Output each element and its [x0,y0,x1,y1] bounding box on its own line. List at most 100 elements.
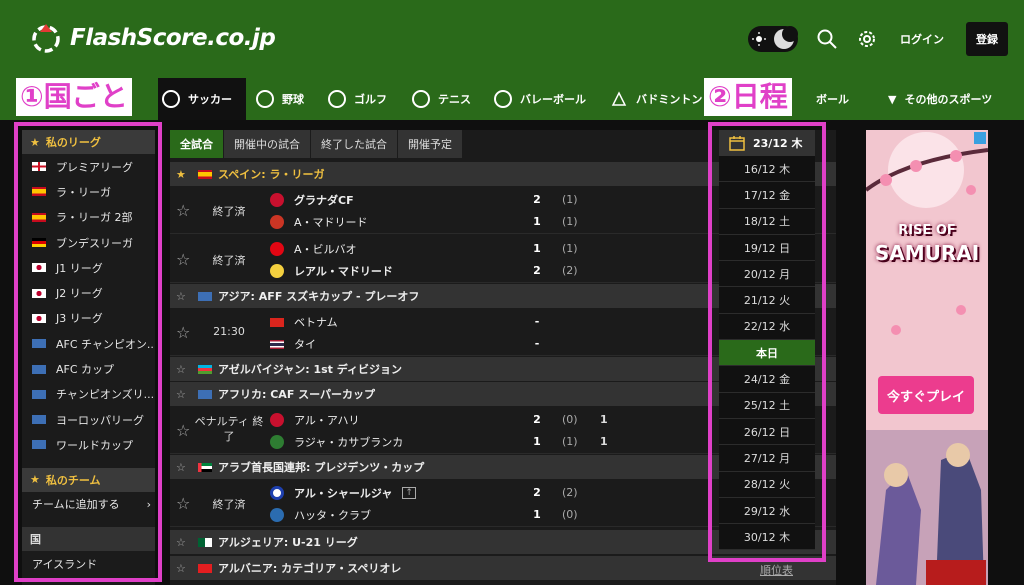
date-option[interactable]: 25/12 土 [719,392,815,419]
sport-tab-tennis[interactable]: テニス [412,78,471,120]
golf-ball-icon [328,90,346,108]
site-header: FlashScore.co.jp ログイン 登録 [0,0,1024,78]
team-logo [270,508,284,522]
sidebar-league-item[interactable]: ヨーロッパリーグ [22,407,155,432]
japan-flag-icon [32,288,46,298]
sport-label: テニス [438,93,471,106]
moon-icon [774,26,798,49]
date-option[interactable]: 22/12 水 [719,313,815,341]
star-outline-icon[interactable]: ☆ [176,421,190,440]
ad-info-icon[interactable] [974,132,986,144]
date-option[interactable]: 17/12 金 [719,182,815,209]
my-leagues-header: ★ 私のリーグ [22,130,155,154]
date-option[interactable]: 30/12 木 [719,524,815,551]
date-picker-list: 16/12 木 17/12 金 18/12 土 19/12 日 20/12 月 21/12… [719,156,815,551]
world-flag-icon [32,389,46,399]
date-option[interactable]: 18/12 土 [719,208,815,235]
date-option[interactable]: 29/12 水 [719,497,815,525]
sidebar-league-item[interactable]: J1 リーグ [22,255,155,280]
tab-all[interactable]: 全試合 [170,130,224,158]
world-flag-icon [32,339,46,349]
theme-toggle[interactable] [748,26,798,52]
sidebar-league-item[interactable]: ブンデスリーガ [22,230,155,255]
gear-icon[interactable] [856,28,878,50]
date-option[interactable]: 24/12 金 [719,366,815,393]
date-option[interactable]: 28/12 火 [719,471,815,498]
sidebar-league-item[interactable]: チャンピオンズリ... [22,382,155,407]
ad-artwork [866,132,988,585]
germany-flag-icon [32,238,46,248]
star-outline-icon[interactable]: ☆ [176,461,192,474]
info-icon[interactable]: ↑ [402,487,416,499]
star-outline-icon[interactable]: ☆ [176,363,192,376]
spain-flag-icon [198,169,212,179]
chevron-down-icon: ▼ [888,92,897,106]
baseball-icon [256,90,274,108]
tennis-ball-icon [412,90,430,108]
world-flag-icon [32,415,46,425]
sidebar-league-item[interactable]: ラ・リーガ [22,179,155,204]
date-option[interactable]: 19/12 日 [719,234,815,262]
star-icon[interactable]: ★ [176,168,192,181]
ad-play-button[interactable]: 今すぐプレイ [878,376,974,414]
albania-flag-icon [198,563,212,573]
date-option[interactable]: 20/12 月 [719,261,815,288]
sport-tab-golf[interactable]: ゴルフ [328,78,387,120]
sidebar-league-item[interactable]: J3 リーグ [22,306,155,331]
star-outline-icon[interactable]: ☆ [176,323,190,342]
logo-icon [32,24,60,53]
sidebar-league-item[interactable]: AFC カップ [22,356,155,381]
standings-link[interactable]: 順位表 [760,562,793,578]
date-option[interactable]: 本日 [719,340,815,367]
login-link[interactable]: ログイン [896,31,948,47]
match-filter-tabs: 全試合 開催中の試合 終了した試合 開催予定 [170,130,463,158]
star-outline-icon[interactable]: ☆ [176,250,190,269]
selected-date: 23/12 木 [753,137,803,150]
star-outline-icon[interactable]: ☆ [176,562,192,575]
world-flag-icon [198,389,212,399]
sidebar-league-item[interactable]: プレミアリーグ [22,154,155,179]
country-item[interactable]: アイスランド [22,551,155,576]
logo[interactable]: FlashScore.co.jp [30,22,276,54]
japan-flag-icon [32,263,46,273]
date-option[interactable]: 21/12 火 [719,287,815,314]
sport-tab-more[interactable]: ▼ その他のスポーツ [888,78,992,120]
tab-scheduled[interactable]: 開催予定 [398,130,463,158]
thailand-flag-icon [270,339,284,349]
countries-header: 国 [22,526,155,551]
sport-label: バドミントン [636,93,703,106]
star-outline-icon[interactable]: ☆ [176,494,190,513]
sport-label: サッカー [188,93,232,106]
register-button[interactable]: 登録 [966,22,1008,56]
azerbaijan-flag-icon [198,364,212,374]
sidebar-league-item[interactable]: AFC チャンピオン... [22,331,155,356]
sidebar-league-item[interactable]: ワールドカップ [22,432,155,457]
sidebar-league-item[interactable]: ラ・リーガ 2部 [22,205,155,230]
search-icon[interactable] [816,28,838,50]
england-flag-icon [32,162,46,172]
date-picker-header[interactable]: 23/12 木 [719,130,815,156]
uae-flag-icon [198,462,212,472]
tab-finished[interactable]: 終了した試合 [311,130,398,158]
team-logo [270,413,284,427]
star-outline-icon[interactable]: ☆ [176,388,192,401]
date-option[interactable]: 27/12 月 [719,445,815,472]
sport-tab-baseball[interactable]: 野球 [256,78,304,120]
star-outline-icon[interactable]: ☆ [176,536,192,549]
sport-tab-badminton[interactable]: バドミントン [610,78,702,120]
advertisement-banner[interactable]: RISE OF SAMURAI 今すぐプレイ [866,130,988,585]
sidebar-league-item[interactable]: J2 リーグ [22,280,155,305]
sport-label: その他のスポーツ [904,93,993,106]
league-header[interactable]: ☆ アルバニア: カテゴリア・スペリオレ [170,556,836,580]
sport-tab-ball[interactable]: ボール [816,78,849,120]
logo-text: FlashScore.co.jp [70,25,276,51]
sport-tab-volleyball[interactable]: バレーボール [494,78,586,120]
date-option[interactable]: 16/12 木 [719,156,815,183]
sport-tab-soccer[interactable]: サッカー [158,78,246,120]
star-outline-icon[interactable]: ☆ [176,201,190,220]
star-outline-icon[interactable]: ☆ [176,290,192,303]
vietnam-flag-icon [270,317,284,327]
date-option[interactable]: 26/12 日 [719,418,815,446]
tab-live[interactable]: 開催中の試合 [224,130,311,158]
add-team-link[interactable]: チームに追加する › [22,492,155,517]
